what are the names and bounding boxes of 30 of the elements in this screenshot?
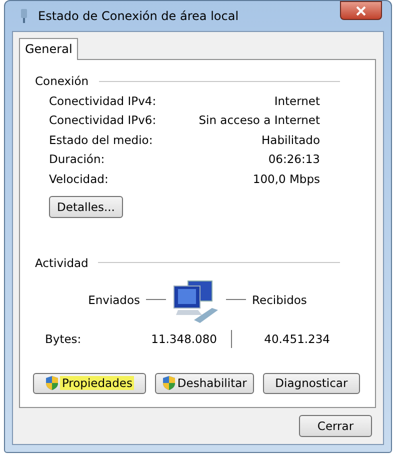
close-button[interactable] bbox=[340, 1, 382, 20]
field-value: Habilitado bbox=[262, 132, 320, 147]
field-label: Duración: bbox=[49, 152, 105, 166]
shield-icon bbox=[162, 375, 176, 391]
section-title: Conexión bbox=[35, 74, 89, 88]
field-label: Conectividad IPv6: bbox=[49, 113, 156, 128]
shield-icon bbox=[44, 375, 59, 391]
sent-label: Enviados bbox=[88, 292, 140, 306]
window-title: Estado de Conexión de área local bbox=[38, 9, 240, 23]
computers-icon bbox=[172, 280, 220, 324]
action-button[interactable]: Deshabilitar bbox=[155, 372, 254, 394]
received-bytes: 40.451.234 bbox=[264, 332, 330, 346]
field-value: Sin acceso a Internet bbox=[198, 113, 320, 128]
tab[interactable]: General bbox=[19, 38, 78, 60]
action-button[interactable]: Diagnosticar bbox=[262, 372, 360, 394]
field-label: Conectividad IPv4: bbox=[49, 94, 156, 108]
section-title: Actividad bbox=[35, 256, 88, 270]
action-button[interactable]: Propiedades bbox=[33, 372, 146, 394]
sent-bytes: 11.348.080 bbox=[150, 332, 217, 346]
field-label: Velocidad: bbox=[49, 172, 108, 186]
received-label: Recibidos bbox=[252, 292, 307, 306]
field-value: 06:26:13 bbox=[268, 152, 320, 166]
bytes-label: Bytes: bbox=[45, 332, 82, 346]
close-dialog-button[interactable]: Cerrar bbox=[299, 415, 372, 437]
field-value: Internet bbox=[274, 94, 320, 108]
field-label: Estado del medio: bbox=[49, 132, 153, 147]
details-button[interactable]: Detalles... bbox=[49, 196, 123, 218]
field-value: 100,0 Mbps bbox=[252, 172, 320, 186]
close-icon bbox=[356, 6, 366, 16]
network-icon bbox=[20, 9, 28, 23]
